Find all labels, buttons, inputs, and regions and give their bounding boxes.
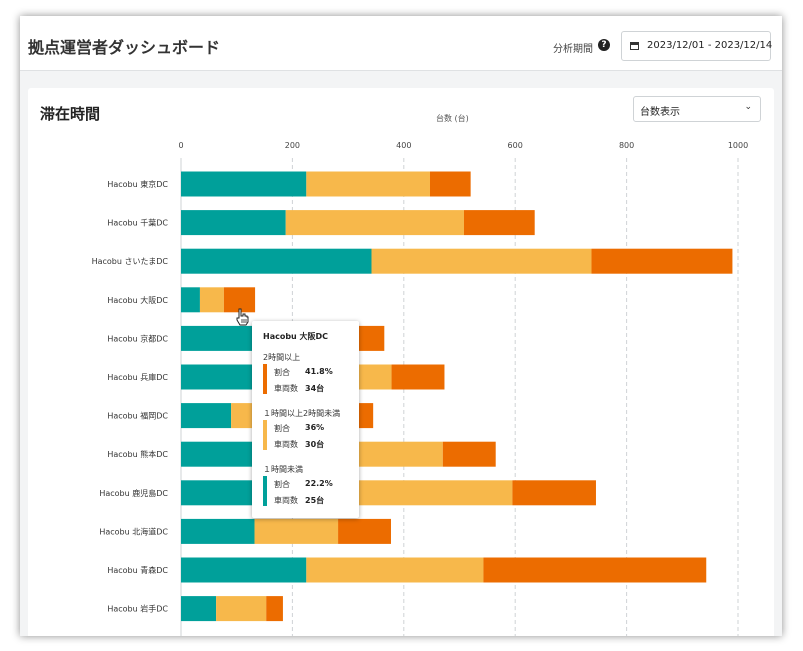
tooltip-count-label: 車両数 xyxy=(274,384,298,393)
bar-segment-under-1h xyxy=(181,248,372,274)
tooltip-count-label: 車両数 xyxy=(274,496,298,505)
bar-segment-over-2h xyxy=(591,248,733,274)
bar-segment-under-1h xyxy=(181,287,200,313)
bar-segment-under-1h xyxy=(181,557,307,583)
tooltip-ratio-label: 割合 xyxy=(274,368,290,377)
tooltip-swatch xyxy=(263,364,267,394)
tooltip-ratio-label: 割合 xyxy=(274,480,290,489)
bar-segment-over-2h xyxy=(442,441,496,467)
chart-tooltip: Hacobu 大阪DC 2時間以上 割合 41.8% 車両数 34台 １時間以上… xyxy=(252,321,359,518)
page-header: 拠点運営者ダッシュボード 分析期間 ? 2023/12/01 - 2023/12… xyxy=(20,16,782,71)
tooltip-section-label: 2時間以上 xyxy=(263,353,301,362)
x-tick-label: 400 xyxy=(396,141,411,150)
tooltip-section-label: １時間未満 xyxy=(263,465,303,474)
bar-segment-under-1h xyxy=(181,210,286,236)
category-label: Hacobu 千葉DC xyxy=(107,218,168,228)
tooltip-ratio-value: 41.8% xyxy=(305,367,333,376)
category-label: Hacobu さいたまDC xyxy=(92,257,169,266)
tooltip-ratio-value: 36% xyxy=(305,423,325,432)
bar-segment-1h-to-2h xyxy=(254,518,339,544)
bar-segment-1h-to-2h xyxy=(216,596,267,622)
calendar-icon xyxy=(630,42,639,50)
bar-segment-1h-to-2h xyxy=(285,210,464,236)
tooltip-ratio-label: 割合 xyxy=(274,424,290,433)
category-label: Hacobu 熊本DC xyxy=(107,449,168,459)
tooltip-swatch xyxy=(263,420,267,450)
bar-segment-over-2h xyxy=(266,596,283,622)
category-label: Hacobu 北海道DC xyxy=(99,526,168,536)
date-range-text: 2023/12/01 - 2023/12/14 xyxy=(647,40,773,51)
date-range-picker[interactable]: 2023/12/01 - 2023/12/14 xyxy=(621,31,773,61)
category-label: Hacobu 京都DC xyxy=(107,333,168,343)
stay-time-card: 滞在時間 台数 (台) 台数表示 ⌄ 0 200 400 600 800 1000 Haco… xyxy=(28,88,774,636)
category-label: Hacobu 鹿児島DC xyxy=(99,488,168,498)
bar-segment-1h-to-2h xyxy=(199,287,224,313)
bar-segment-under-1h xyxy=(181,596,217,622)
bar-segment-over-2h xyxy=(429,171,471,197)
category-label: Hacobu 青森DC xyxy=(107,565,168,575)
bar-segment-under-1h xyxy=(181,171,307,197)
category-label: Hacobu 岩手DC xyxy=(107,604,168,614)
page-title: 拠点運営者ダッシュボード xyxy=(28,38,221,57)
x-tick-label: 800 xyxy=(619,141,634,150)
tooltip-ratio-value: 22.2% xyxy=(305,479,333,488)
stay-time-chart: 0 200 400 600 800 1000 Hacobu 東京DC Hacobu 千葉DC H… xyxy=(92,141,748,636)
x-tick-label: 600 xyxy=(508,141,523,150)
bar-segment-over-2h xyxy=(391,364,445,390)
x-tick-label: 1000 xyxy=(728,141,748,150)
category-label: Hacobu 東京DC xyxy=(107,179,168,189)
tooltip-swatch xyxy=(263,476,267,506)
dashboard-window: 拠点運営者ダッシュボード 分析期間 ? 2023/12/01 - 2023/12… xyxy=(20,16,782,636)
bar-segment-over-2h xyxy=(463,210,535,236)
tooltip-count-value: 25台 xyxy=(305,496,325,505)
tooltip-section-label: １時間以上2時間未満 xyxy=(263,409,341,418)
bar-segment-1h-to-2h xyxy=(306,171,430,197)
category-label: Hacobu 大阪DC xyxy=(107,295,168,305)
x-tick-label: 0 xyxy=(178,141,183,150)
tooltip-count-label: 車両数 xyxy=(274,440,298,449)
tooltip-count-value: 30台 xyxy=(305,440,325,449)
tooltip-count-value: 34台 xyxy=(305,384,325,393)
bar-segment-over-2h xyxy=(338,518,391,544)
bar-segment-over-2h xyxy=(483,557,707,583)
bar-segment-under-1h xyxy=(181,403,232,429)
period-label: 分析期間 xyxy=(553,44,593,55)
category-label: Hacobu 兵庫DC xyxy=(107,372,168,382)
bar-segment-over-2h xyxy=(512,480,596,506)
bar-segment-1h-to-2h xyxy=(371,248,592,274)
category-label: Hacobu 福岡DC xyxy=(107,412,168,421)
x-tick-label: 200 xyxy=(285,141,300,150)
hand-pointer-icon xyxy=(236,308,249,326)
question-circle-icon[interactable]: ? xyxy=(598,39,610,51)
tooltip-title: Hacobu 大阪DC xyxy=(263,332,329,341)
bar-segment-under-1h xyxy=(181,518,255,544)
bar-segment-1h-to-2h xyxy=(306,557,484,583)
